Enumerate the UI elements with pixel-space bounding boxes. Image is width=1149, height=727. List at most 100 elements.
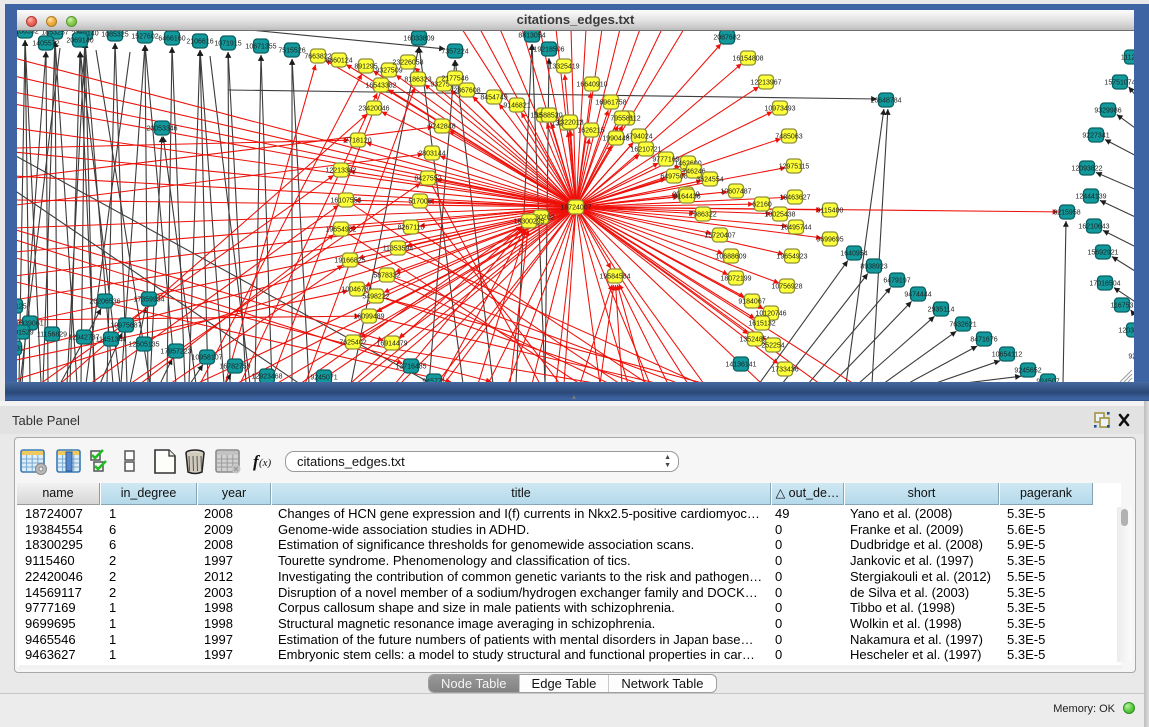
svg-text:16543382: 16543382 [365, 82, 396, 89]
svg-text:7357224: 7357224 [441, 48, 468, 55]
svg-text:4794024: 4794024 [625, 133, 652, 140]
svg-text:13325419: 13325419 [548, 63, 579, 70]
svg-text:7515526: 7515526 [278, 47, 305, 54]
svg-text:16210643: 16210643 [1078, 223, 1109, 230]
svg-text:12213382: 12213382 [325, 167, 356, 174]
svg-text:9329986: 9329986 [1094, 107, 1121, 114]
svg-text:10973493: 10973493 [764, 105, 795, 112]
svg-text:10654112: 10654112 [992, 351, 1023, 358]
svg-text:12213967: 12213967 [750, 79, 781, 86]
svg-text:20531: 20531 [17, 345, 24, 352]
svg-text:18463627: 18463627 [779, 194, 810, 201]
svg-text:116753: 116753 [1111, 302, 1134, 309]
svg-text:10975687: 10975687 [110, 322, 141, 329]
svg-text:2106532: 2106532 [17, 31, 39, 35]
svg-text:945771: 945771 [422, 378, 445, 382]
svg-text:9184067: 9184067 [738, 298, 765, 305]
svg-text:2177546: 2177546 [441, 75, 468, 82]
svg-text:11451344: 11451344 [96, 336, 127, 343]
svg-text:1640954: 1640954 [840, 250, 867, 257]
svg-text:18724007: 18724007 [560, 204, 591, 211]
svg-text:20053346: 20053346 [146, 125, 177, 132]
svg-text:111209: 111209 [1121, 54, 1134, 61]
svg-text:17359934: 17359934 [133, 296, 164, 303]
svg-text:2087682: 2087682 [713, 34, 740, 41]
svg-text:2069140: 2069140 [66, 37, 93, 44]
svg-text:7632621: 7632621 [949, 321, 976, 328]
svg-text:1588520: 1588520 [535, 112, 562, 119]
svg-text:2106616: 2106616 [186, 38, 213, 45]
svg-text:10607487: 10607487 [720, 188, 751, 195]
svg-text:6466160: 6466160 [158, 35, 185, 42]
svg-text:23226058: 23226058 [392, 59, 423, 66]
svg-text:16107553: 16107553 [330, 197, 361, 204]
svg-text:(x): (x) [259, 457, 272, 469]
svg-text:17957223: 17957223 [160, 348, 191, 355]
svg-text:11353594: 11353594 [383, 245, 414, 252]
svg-text:16210721: 16210721 [630, 146, 661, 153]
svg-text:16033809: 16033809 [403, 35, 434, 42]
svg-text:2935114: 2935114 [928, 306, 955, 313]
svg-text:19584584: 19584584 [599, 273, 630, 280]
svg-text:19654923: 19654923 [776, 253, 807, 260]
svg-text:16648784: 16648784 [870, 97, 901, 104]
svg-text:1322013: 1322013 [556, 119, 583, 126]
svg-text:795581: 795581 [610, 115, 633, 122]
svg-text:2803144: 2803144 [418, 150, 445, 157]
svg-text:9242848: 9242848 [428, 123, 455, 130]
svg-text:8215958: 8215958 [1053, 209, 1080, 216]
svg-text:12923468: 12923468 [251, 373, 282, 380]
svg-text:6479197: 6479197 [883, 277, 910, 284]
svg-text:12034514: 12034514 [1118, 327, 1134, 334]
svg-text:19218506: 19218506 [533, 46, 564, 53]
svg-text:16961758: 16961758 [595, 99, 626, 106]
svg-text:10671355: 10671355 [245, 43, 276, 50]
svg-text:5498222: 5498222 [362, 293, 389, 300]
svg-text:1071915: 1071915 [214, 40, 241, 47]
svg-text:12444139: 12444139 [1075, 193, 1106, 200]
svg-text:517006: 517006 [408, 198, 431, 205]
svg-text:10756928: 10756928 [771, 283, 802, 290]
svg-text:8427552: 8427552 [414, 175, 441, 182]
svg-text:16782759: 16782759 [219, 363, 250, 370]
svg-text:924507: 924507 [1036, 378, 1059, 382]
svg-text:62160: 62160 [752, 201, 772, 208]
svg-text:16495744: 16495744 [780, 224, 811, 231]
svg-text:9245652: 9245652 [1014, 367, 1041, 374]
svg-text:19166825: 19166825 [334, 257, 365, 264]
svg-text:12093822: 12093822 [1071, 165, 1102, 172]
svg-text:9245071: 9245071 [310, 374, 337, 381]
svg-text:8454749: 8454749 [480, 94, 507, 101]
svg-text:1085325: 1085325 [101, 31, 128, 38]
svg-text:891295: 891295 [354, 63, 377, 70]
svg-text:10688609: 10688609 [715, 253, 746, 260]
svg-text:7625402: 7625402 [339, 339, 366, 346]
svg-text:16154808: 16154808 [732, 55, 763, 62]
svg-text:2718120: 2718120 [344, 137, 371, 144]
svg-text:9245012: 9245012 [1128, 353, 1134, 360]
svg-text:1615132: 1615132 [748, 320, 775, 327]
svg-text:9227341: 9227341 [1082, 132, 1109, 139]
svg-text:9474444: 9474444 [904, 291, 931, 298]
svg-text:19654982: 19654982 [325, 226, 356, 233]
svg-text:16640910: 16640910 [576, 81, 607, 88]
svg-text:391529: 391529 [17, 329, 34, 336]
svg-text:7986322: 7986322 [689, 211, 716, 218]
svg-text:9115400: 9115400 [817, 207, 844, 214]
svg-text:2867608: 2867608 [453, 87, 480, 94]
svg-text:104125: 104125 [17, 303, 27, 310]
svg-text:9699695: 9699695 [816, 236, 843, 243]
svg-text:8938923: 8938923 [860, 263, 887, 270]
svg-text:15692921: 15692921 [1087, 249, 1118, 256]
svg-text:8186323: 8186323 [404, 76, 431, 83]
svg-text:14136141: 14136141 [725, 361, 756, 368]
svg-text:1405572: 1405572 [32, 40, 59, 47]
svg-text:15751074: 15751074 [1104, 79, 1134, 86]
svg-text:17016504: 17016504 [1089, 280, 1120, 287]
svg-text:15720407: 15720407 [704, 232, 735, 239]
svg-text:20206536: 20206536 [89, 298, 120, 305]
svg-text:18072199: 18072199 [720, 275, 751, 282]
svg-text:8471676: 8471676 [970, 336, 997, 343]
svg-text:5878332: 5878332 [373, 272, 400, 279]
svg-text:16099489: 16099489 [353, 313, 384, 320]
